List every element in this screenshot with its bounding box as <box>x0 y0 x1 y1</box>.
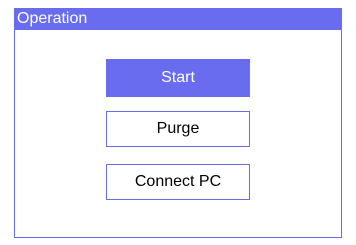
purge-button[interactable]: Purge <box>106 111 250 147</box>
window-title: Operation <box>14 8 342 30</box>
connect-pc-button[interactable]: Connect PC <box>106 164 250 200</box>
start-button[interactable]: Start <box>106 59 250 97</box>
